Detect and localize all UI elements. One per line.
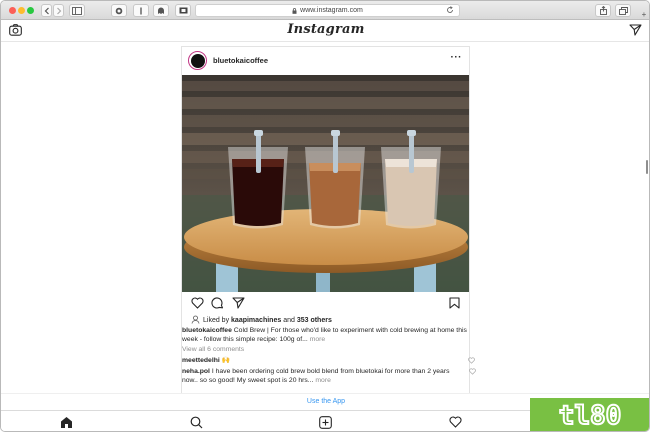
forward-button[interactable] <box>53 4 64 17</box>
home-icon[interactable] <box>60 416 73 429</box>
media-extension-button[interactable] <box>175 4 191 17</box>
post-photo[interactable] <box>182 75 469 292</box>
direct-send-icon[interactable] <box>629 24 642 36</box>
heart-icon[interactable] <box>191 297 204 309</box>
tab-overview-button[interactable] <box>615 4 631 17</box>
likes-prefix: Liked by <box>203 317 230 324</box>
text-cursor-icon <box>140 7 142 14</box>
reader-extension-button[interactable] <box>133 4 149 17</box>
share-page-icon <box>599 6 607 15</box>
browser-toolbar: www.instagram.com + <box>1 1 649 20</box>
bookmark-icon[interactable] <box>449 297 460 309</box>
search-icon[interactable] <box>190 416 203 429</box>
likes-user[interactable]: kaapimachines <box>231 317 281 324</box>
ghost-icon <box>158 7 164 14</box>
comment-item: neha.pol I have been ordering cold brew … <box>182 367 476 385</box>
likes-others[interactable]: 353 others <box>297 317 332 324</box>
address-url: www.instagram.com <box>300 7 363 14</box>
share-page-button[interactable] <box>595 4 611 17</box>
more-options-icon[interactable]: ··· <box>451 52 463 63</box>
post-caption: bluetokaicoffee Cold Brew | For those wh… <box>182 326 472 344</box>
tabs-icon <box>618 6 628 15</box>
watermark-logo: tl80 <box>530 398 649 432</box>
scrollbar-thumb[interactable] <box>646 160 648 174</box>
likes-and: and <box>283 317 295 324</box>
post-username[interactable]: bluetokaicoffee <box>213 56 268 65</box>
post-header: bluetokaicoffee ··· <box>182 47 469 74</box>
browser-window: www.instagram.com + Instagram bluetokaic… <box>0 0 650 432</box>
activity-heart-icon[interactable] <box>449 416 462 428</box>
comment-more-link[interactable]: more <box>315 377 331 384</box>
reload-icon[interactable] <box>446 6 454 14</box>
caption-username[interactable]: bluetokaicoffee <box>182 327 232 334</box>
new-tab-button[interactable]: + <box>640 11 648 19</box>
comment-like-icon[interactable] <box>469 368 476 375</box>
comment-username[interactable]: neha.pol <box>182 368 210 375</box>
comment-icon[interactable] <box>211 297 224 309</box>
instagram-header: Instagram <box>1 20 649 42</box>
feed: bluetokaicoffee ··· Liked by kaapimachin… <box>1 42 649 393</box>
privacy-icon <box>115 7 123 14</box>
back-button[interactable] <box>41 4 52 17</box>
new-post-icon[interactable] <box>319 416 332 429</box>
comment-text: 🙌 <box>221 357 231 364</box>
fullscreen-window-button[interactable] <box>27 7 34 14</box>
video-icon <box>179 7 187 14</box>
liker-avatar-icon <box>191 315 200 324</box>
sidebar-icon <box>72 6 82 15</box>
caption-more-link[interactable]: more <box>310 336 326 343</box>
chevron-left-icon <box>44 7 49 14</box>
close-window-button[interactable] <box>9 7 16 14</box>
minimize-window-button[interactable] <box>18 7 25 14</box>
cold-brew-glasses-image <box>182 75 469 292</box>
chevron-right-icon <box>56 7 61 14</box>
comment-item: meettedelhi 🙌 <box>182 356 475 365</box>
instagram-logo[interactable]: Instagram <box>1 22 649 37</box>
address-bar[interactable]: www.instagram.com <box>195 4 460 17</box>
view-all-comments-link[interactable]: View all 6 comments <box>182 346 244 353</box>
sidebar-button[interactable] <box>69 4 85 17</box>
share-icon[interactable] <box>232 297 245 309</box>
likes-line: Liked by kaapimachines and 353 others <box>191 315 332 324</box>
privacy-extension-button[interactable] <box>111 4 127 17</box>
extension-button[interactable] <box>153 4 169 17</box>
watermark-text: tl80 <box>558 400 623 432</box>
post-actions <box>182 294 469 314</box>
lock-icon <box>292 7 297 14</box>
avatar[interactable] <box>188 51 207 70</box>
comment-username[interactable]: meettedelhi <box>182 357 220 364</box>
comment-like-icon[interactable] <box>468 357 475 364</box>
